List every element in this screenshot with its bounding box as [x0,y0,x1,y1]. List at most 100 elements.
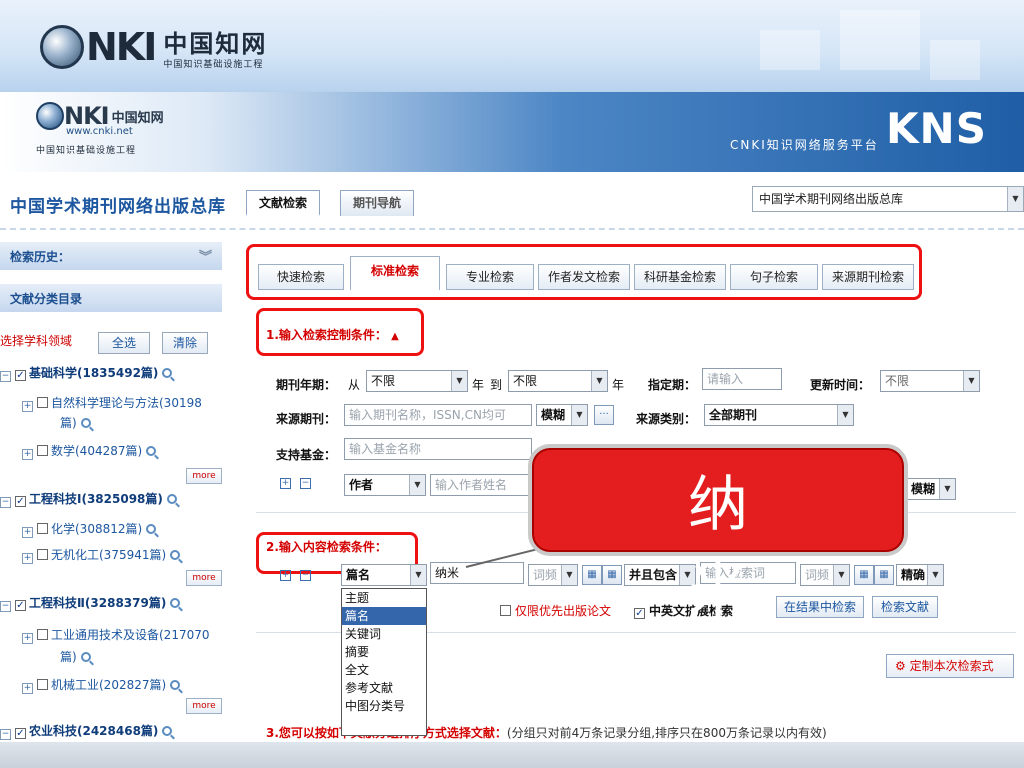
checkbox[interactable] [37,679,48,690]
search-icon[interactable] [170,680,181,690]
chevron-down-icon[interactable]: ▼ [837,405,853,425]
tree-item-engineering-1[interactable]: − ✓ 工程科技Ⅰ(3825098篇) [0,490,177,508]
keyword-input[interactable]: 纳米 [430,562,524,584]
collapse-icon[interactable]: − [0,371,11,382]
collapse-icon[interactable]: − [0,729,11,740]
update-select[interactable]: 不限 ▼ [880,370,980,392]
search-icon[interactable] [162,726,173,736]
globe-icon [36,102,64,130]
tree-item-mathematics[interactable]: + 数学(404287篇) [22,442,157,460]
more-button[interactable]: more [186,570,222,586]
plus-icon[interactable]: + [280,478,291,489]
customize-query-button[interactable]: ⚙ 定制本次检索式 [886,654,1014,678]
search-icon[interactable] [146,446,157,456]
clear-button[interactable]: 清除 [162,332,208,354]
period-input[interactable]: 请输入 [702,368,782,390]
expand-icon[interactable]: + [22,527,33,538]
tab-literature-search[interactable]: 文献检索 [246,190,321,216]
more-button[interactable]: more [186,698,222,714]
tree-item-machinery[interactable]: + 机械工业(202827篇) [22,676,181,694]
fund-input[interactable]: 输入基金名称 [344,438,532,460]
field-dropdown-list[interactable]: 主题 篇名 关键词 摘要 全文 参考文献 中图分类号 [341,588,427,736]
chevron-down-icon[interactable]: ▼ [410,565,426,585]
year-to-select[interactable]: 不限 ▼ [508,370,608,392]
tree-item-engineering-2[interactable]: − ✓ 工程科技Ⅱ(3288379篇) [0,594,181,612]
search-history-header[interactable]: 检索历史： ︾ [0,242,222,270]
search-icon[interactable] [80,652,91,662]
more-button[interactable]: more [186,468,222,484]
chevron-down-icon[interactable]: ▼ [927,565,943,585]
logo-cn: 中国知网 [163,29,268,58]
year-unit: 年 [472,378,485,392]
expand-icon[interactable]: + [22,633,33,644]
tree-item-chemistry[interactable]: + 化学(308812篇) [22,520,157,538]
checkbox[interactable] [500,605,511,616]
logo-url: www.cnki.net [66,126,133,137]
chevron-down-icon[interactable]: ▼ [451,371,467,391]
collapse-icon[interactable]: − [0,601,11,612]
select-all-button[interactable]: 全选 [98,332,150,354]
source-type-select[interactable]: 全部期刊 ▼ [704,404,854,426]
tree-item-agriculture[interactable]: − ✓ 农业科技(2428468篇) [0,722,173,740]
tree-item-natural-science-theory-cont: 篇) [60,414,91,432]
source-match-select[interactable]: 模糊 ▼ [536,404,588,426]
author-input[interactable]: 输入作者姓名 [430,474,530,496]
tree-item-general-equipment[interactable]: + 工业通用技术及设备(217070 [22,626,210,644]
dropdown-option-keyword[interactable]: 关键词 [342,625,426,643]
search-icon[interactable] [170,550,181,560]
footer-band [0,742,1024,768]
expand-icon[interactable]: + [22,449,33,460]
search-icon[interactable] [170,598,181,608]
ellipsis-icon[interactable]: ··· [594,405,614,425]
search-icon[interactable] [146,524,157,534]
expand-icon[interactable]: + [22,683,33,694]
cnki-logo-small[interactable]: NKI 中国知网 www.cnki.net 中国知识基础设施工程 [36,102,186,156]
chevron-down-icon[interactable]: ▼ [1007,187,1023,211]
dropdown-option-clc[interactable]: 中图分类号 [342,697,426,715]
checkbox[interactable] [37,397,48,408]
minus-icon[interactable]: − [300,570,311,581]
tab-journal-navigation[interactable]: 期刊导航 [340,190,415,216]
source-journal-input[interactable]: 输入期刊名称，ISSN,CN均可 [344,404,532,426]
dropdown-option-references[interactable]: 参考文献 [342,679,426,697]
category-header: 文献分类目录 [0,284,222,312]
tree-item-inorganic-chemical[interactable]: + 无机化工(375941篇) [22,546,181,564]
minus-icon[interactable]: − [300,478,311,489]
dropdown-option-subject[interactable]: 主题 [342,589,426,607]
chevron-down-icon[interactable]: ▼ [591,371,607,391]
dropdown-option-fulltext[interactable]: 全文 [342,661,426,679]
checkbox-checked[interactable]: ✓ [15,370,26,381]
checkbox[interactable] [37,629,48,640]
expand-icon[interactable]: + [22,553,33,564]
cnki-logo-large: NKI 中国知网 中国知识基础设施工程 [40,24,267,70]
checkbox[interactable] [37,549,48,560]
plus-icon[interactable]: + [280,570,291,581]
dropdown-option-title[interactable]: 篇名 [342,607,426,625]
tree-item-basic-science[interactable]: − ✓ 基础科学(1835492篇) [0,364,173,382]
chevron-down-icon[interactable]: ▼ [963,371,979,391]
checkbox[interactable] [37,523,48,534]
checkbox[interactable] [37,445,48,456]
checkbox-checked[interactable]: ✓ [15,600,26,611]
double-chevron-down-icon[interactable]: ︾ [199,246,212,265]
chevron-down-icon[interactable]: ▼ [939,479,955,499]
expand-icon[interactable]: + [22,401,33,412]
chevron-down-icon[interactable]: ▼ [571,405,587,425]
collapse-icon[interactable]: − [0,497,11,508]
author-field-select[interactable]: 作者 ▼ [344,474,426,496]
database-select[interactable]: 中国学术期刊网络出版总库 ▼ [752,186,1024,212]
search-icon[interactable] [162,368,173,378]
chevron-down-icon[interactable]: ▼ [409,475,425,495]
dropdown-option-abstract[interactable]: 摘要 [342,643,426,661]
search-history-label: 检索历史： [10,250,71,264]
top-banner: NKI 中国知网 中国知识基础设施工程 [0,0,1024,92]
year-from-select[interactable]: 不限 ▼ [366,370,468,392]
search-icon[interactable] [80,418,91,428]
tree-item-natural-science-theory[interactable]: + 自然科学理论与方法(30198 [22,394,202,412]
content-field-select[interactable]: 篇名 ▼ [341,564,427,586]
search-icon[interactable] [166,494,177,504]
checkbox-checked[interactable]: ✓ [15,728,26,739]
source-type-label: 来源类别： [636,412,697,426]
author-match-select[interactable]: 模糊 ▼ [906,478,956,500]
checkbox-checked[interactable]: ✓ [15,496,26,507]
